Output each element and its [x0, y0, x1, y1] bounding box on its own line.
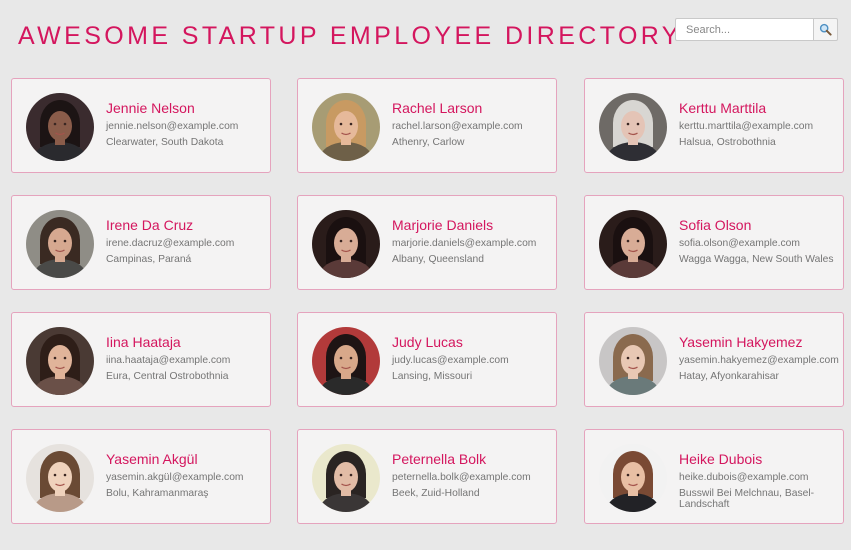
employee-email: yasemin.akgül@example.com — [106, 472, 244, 483]
employee-location: Busswil Bei Melchnau, Basel-Landschaft — [679, 488, 815, 510]
page-title: Awesome Startup Employee Directory — [18, 22, 682, 50]
employee-email: iina.haataja@example.com — [106, 355, 231, 366]
employee-name: Yasemin Hakyemez — [679, 334, 803, 350]
employee-name: Marjorie Daniels — [392, 217, 494, 233]
employee-location: Lansing, Missouri — [392, 371, 473, 382]
employee-info: Jennie Nelson jennie.nelson@example.com Cl… — [106, 99, 270, 148]
avatar — [599, 327, 667, 395]
employee-location: Campinas, Paraná — [106, 254, 192, 265]
avatar — [599, 210, 667, 278]
employee-card[interactable]: Heike Dubois heike.dubois@example.com Buss… — [584, 429, 844, 524]
employee-location: Hatay, Afyonkarahisar — [679, 371, 779, 382]
employee-location: Wagga Wagga, New South Wales — [679, 254, 834, 265]
employee-info: Sofia Olson sofia.olson@example.com Wagga … — [679, 216, 843, 265]
employee-location: Bolu, Kahramanmaraş — [106, 488, 209, 499]
avatar — [312, 210, 380, 278]
avatar — [26, 444, 94, 512]
avatar — [599, 444, 667, 512]
employee-email: rachel.larson@example.com — [392, 121, 523, 132]
directory-page: Awesome Startup Employee Directory Jenni… — [0, 0, 851, 550]
employee-info: Iina Haataja iina.haataja@example.com Eura… — [106, 333, 270, 382]
employee-info: Marjorie Daniels marjorie.daniels@example… — [392, 216, 556, 265]
employee-card[interactable]: Irene Da Cruz irene.dacruz@example.com Cam… — [11, 195, 271, 290]
employee-name: Sofia Olson — [679, 217, 752, 233]
employee-card[interactable]: Yasemin Hakyemez yasemin.hakyemez@example… — [584, 312, 844, 407]
employee-card[interactable]: Marjorie Daniels marjorie.daniels@example… — [297, 195, 557, 290]
employee-email: peternella.bolk@example.com — [392, 472, 531, 483]
employee-location: Athenry, Carlow — [392, 137, 465, 148]
avatar — [312, 93, 380, 161]
employee-info: Rachel Larson rachel.larson@example.com At… — [392, 99, 556, 148]
employee-info: Judy Lucas judy.lucas@example.com Lansing,… — [392, 333, 556, 382]
employee-name: Kerttu Marttila — [679, 100, 767, 116]
employee-card[interactable]: Peternella Bolk peternella.bolk@example.c… — [297, 429, 557, 524]
employee-email: heike.dubois@example.com — [679, 472, 809, 483]
employee-card[interactable]: Kerttu Marttila kerttu.marttila@example.c… — [584, 78, 844, 173]
employee-email: kerttu.marttila@example.com — [679, 121, 814, 132]
employee-name: Yasemin Akgül — [106, 451, 198, 467]
employee-name: Jennie Nelson — [106, 100, 195, 116]
employee-email: jennie.nelson@example.com — [106, 121, 239, 132]
employee-name: Judy Lucas — [392, 334, 463, 350]
employee-location: Eura, Central Ostrobothnia — [106, 371, 229, 382]
employee-name: Peternella Bolk — [392, 451, 487, 467]
employee-info: Irene Da Cruz irene.dacruz@example.com Cam… — [106, 216, 270, 265]
search-button[interactable] — [813, 18, 838, 41]
employee-email: judy.lucas@example.com — [392, 355, 509, 366]
avatar — [599, 93, 667, 161]
employee-location: Albany, Queensland — [392, 254, 484, 265]
employee-name: Iina Haataja — [106, 334, 181, 350]
avatar — [312, 327, 380, 395]
avatar — [26, 93, 94, 161]
search-form — [675, 18, 838, 41]
employee-location: Clearwater, South Dakota — [106, 137, 224, 148]
employee-name: Irene Da Cruz — [106, 217, 194, 233]
employee-info: Kerttu Marttila kerttu.marttila@example.c… — [679, 99, 843, 148]
magnifier-icon — [819, 23, 832, 36]
employee-name: Rachel Larson — [392, 100, 483, 116]
employee-location: Halsua, Ostrobothnia — [679, 137, 776, 148]
employee-name: Heike Dubois — [679, 451, 763, 467]
avatar — [312, 444, 380, 512]
employee-location: Beek, Zuid-Holland — [392, 488, 480, 499]
employee-info: Heike Dubois heike.dubois@example.com Buss… — [679, 450, 843, 510]
employee-email: yasemin.hakyemez@example.com — [679, 355, 839, 366]
employee-info: Yasemin Akgül yasemin.akgül@example.com Bo… — [106, 450, 270, 499]
avatar — [26, 327, 94, 395]
employee-card[interactable]: Rachel Larson rachel.larson@example.com At… — [297, 78, 557, 173]
employee-card[interactable]: Judy Lucas judy.lucas@example.com Lansing,… — [297, 312, 557, 407]
employee-email: sofia.olson@example.com — [679, 238, 800, 249]
employee-email: marjorie.daniels@example.com — [392, 238, 537, 249]
employee-card[interactable]: Iina Haataja iina.haataja@example.com Eura… — [11, 312, 271, 407]
avatar — [26, 210, 94, 278]
employee-card[interactable]: Sofia Olson sofia.olson@example.com Wagga … — [584, 195, 844, 290]
employee-card[interactable]: Yasemin Akgül yasemin.akgül@example.com Bo… — [11, 429, 271, 524]
employee-info: Peternella Bolk peternella.bolk@example.c… — [392, 450, 556, 499]
employee-info: Yasemin Hakyemez yasemin.hakyemez@example… — [679, 333, 843, 382]
employee-email: irene.dacruz@example.com — [106, 238, 235, 249]
employee-card[interactable]: Jennie Nelson jennie.nelson@example.com Cl… — [11, 78, 271, 173]
search-input[interactable] — [675, 18, 813, 41]
